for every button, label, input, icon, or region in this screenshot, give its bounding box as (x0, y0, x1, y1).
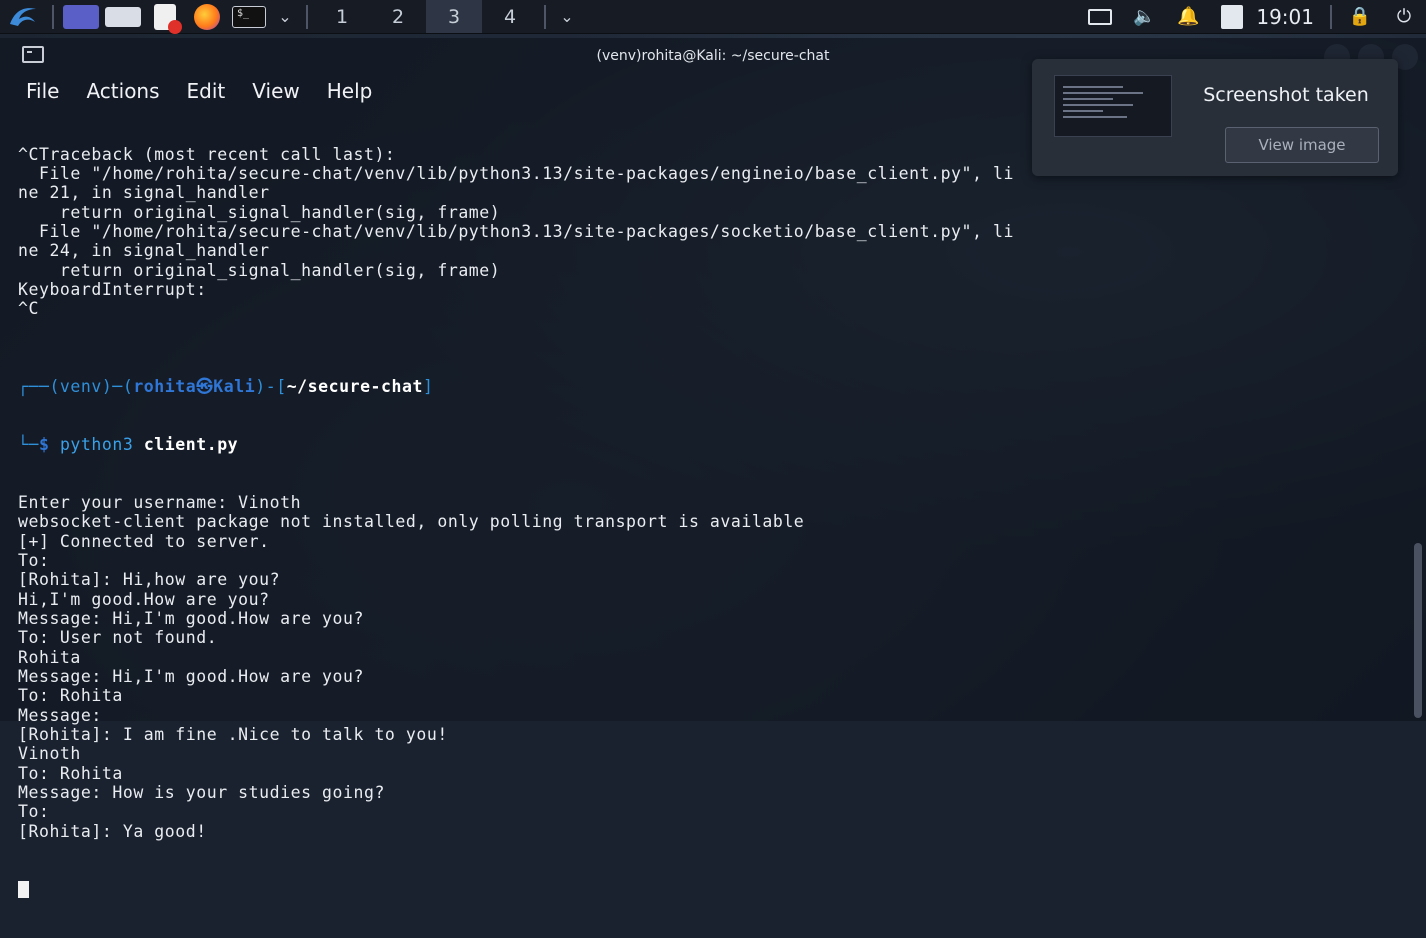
output-line: To: (18, 802, 60, 822)
output-line: Hi,I'm good.How are you? (18, 589, 270, 609)
bell-icon[interactable]: 🔔 (1166, 0, 1210, 33)
terminal-output[interactable]: ^CTraceback (most recent call last): Fil… (18, 106, 1396, 898)
desktop-4-button[interactable]: 4 (482, 0, 538, 33)
output-line: File "/home/rohita/secure-chat/venv/lib/… (18, 222, 1014, 242)
output-line: To: Rohita (18, 686, 123, 706)
output-line: [+] Connected to server. (18, 531, 270, 551)
output-line: websocket-client package not installed, … (18, 512, 805, 532)
clock[interactable]: 19:01 (1254, 5, 1324, 29)
scrollbar[interactable] (1414, 543, 1422, 718)
chat-output: Enter your username: Vinoth websocket-cli… (18, 493, 1396, 841)
output-line: Message: (18, 705, 113, 725)
output-line: Message: Hi,I'm good.How are you? (18, 608, 364, 628)
output-line: Enter your username: Vinoth (18, 492, 302, 512)
output-line: Rohita (18, 647, 81, 667)
text-cursor (18, 880, 29, 898)
text-editor-icon[interactable] (144, 0, 186, 34)
output-line: [Rohita]: I am fine .Nice to talk to you… (18, 725, 448, 744)
desktop-1-button[interactable]: 1 (314, 0, 370, 33)
prompt-line-1: ┌──(venv)─(rohita㉿Kali)-[~/secure-chat] (18, 376, 434, 396)
screenshot-notification[interactable]: Screenshot taken View image (1032, 59, 1398, 176)
panel-separator (306, 4, 308, 29)
notification-title: Screenshot taken (1203, 84, 1369, 106)
chevron-down-icon[interactable]: ⌄ (552, 7, 582, 26)
kali-menu-icon[interactable] (0, 0, 46, 33)
menu-actions[interactable]: Actions (86, 79, 159, 103)
menu-view[interactable]: View (252, 79, 299, 103)
panel-separator (544, 4, 546, 29)
system-tray: 🔈 🔔 19:01 🔒 ⏻ (1078, 0, 1426, 33)
monitor-icon[interactable] (1078, 0, 1122, 33)
output-line: return original_signal_handler(sig, fram… (18, 202, 501, 222)
output-line: ne 21, in signal_handler (18, 183, 270, 203)
output-line: ^C (18, 299, 39, 319)
menu-edit[interactable]: Edit (187, 79, 226, 103)
power-icon[interactable]: ⏻ (1382, 0, 1426, 33)
file-manager-icon[interactable] (102, 0, 144, 33)
panel-separator (1330, 4, 1332, 29)
desktop-icon[interactable] (60, 0, 102, 33)
firefox-icon[interactable] (186, 0, 228, 33)
clipboard-icon[interactable] (1210, 0, 1254, 33)
output-line: KeyboardInterrupt: (18, 280, 207, 300)
panel-separator (52, 4, 54, 29)
output-line: To: User not found. (18, 628, 218, 648)
volume-icon[interactable]: 🔈 (1122, 0, 1166, 33)
view-image-button[interactable]: View image (1225, 127, 1379, 163)
input-line[interactable] (18, 880, 1396, 899)
output-line: Message: How is your studies going? (18, 783, 385, 803)
lock-icon[interactable]: 🔒 (1338, 0, 1382, 33)
terminal-icon (22, 46, 44, 63)
output-line: [Rohita]: Ya good! (18, 821, 207, 841)
chevron-down-icon[interactable]: ⌄ (270, 7, 300, 26)
output-line: [Rohita]: Hi,how are you? (18, 570, 281, 590)
output-line: To: Rohita (18, 763, 123, 783)
menu-file[interactable]: File (26, 79, 59, 103)
output-line: return original_signal_handler(sig, fram… (18, 260, 501, 280)
output-line: Message: Hi,I'm good.How are you? (18, 666, 364, 686)
top-panel: $_ ⌄ 1 2 3 4 ⌄ 🔈 🔔 19:01 🔒 ⏻ (0, 0, 1426, 34)
output-line: Vinoth (18, 744, 81, 764)
menu-help[interactable]: Help (327, 79, 373, 103)
desktop-3-button[interactable]: 3 (426, 0, 482, 33)
prompt-line-2: └─$ python3 client.py (18, 434, 239, 454)
output-line: ne 24, in signal_handler (18, 241, 270, 261)
output-line: To: (18, 550, 60, 570)
screenshot-thumbnail[interactable] (1054, 75, 1172, 137)
desktop-2-button[interactable]: 2 (370, 0, 426, 33)
terminal-icon[interactable]: $_ (228, 0, 270, 33)
